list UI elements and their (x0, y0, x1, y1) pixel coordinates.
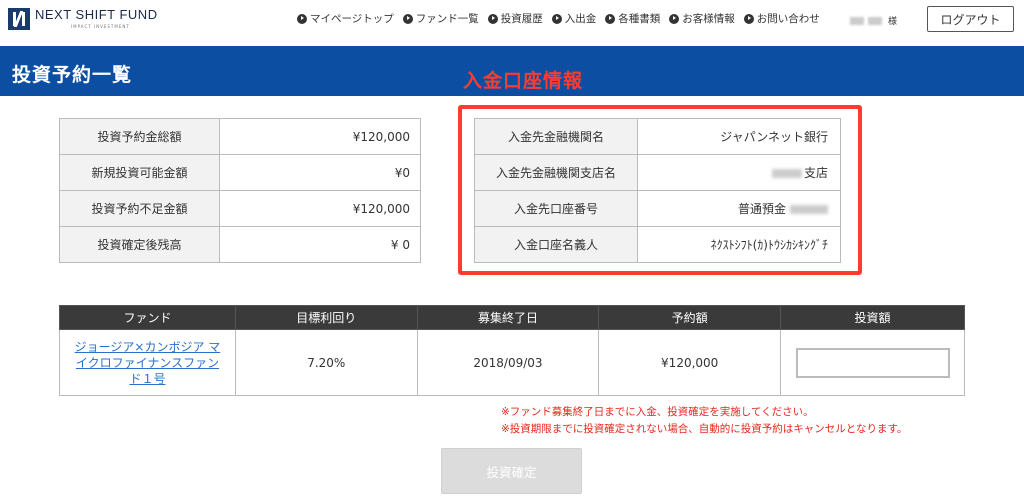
note-text: ※投資期限までに投資確定されない場合、自動的に投資予約はキャンセルとなります。 (501, 423, 908, 435)
arrow-circle-icon (743, 13, 754, 24)
nav-documents[interactable]: 各種書類 (605, 11, 660, 26)
brand-name: NEXT SHIFT FUND (35, 7, 158, 22)
column-header: 目標利回り (234, 305, 418, 330)
arrow-circle-icon (551, 13, 562, 24)
summary-table: 投資予約金総額 ¥120,000 新規投資可能金額 ¥0 投資予約不足金額 ¥120,… (59, 118, 421, 263)
column-header: ファンド (59, 305, 236, 330)
table-header-row: ファンド 目標利回り 募集終了日 予約額 投資額 (59, 305, 965, 330)
bank-value: ﾈｸｽﾄｼﾌﾄ(ｶ)ﾄｳｼｶｼｷﾝｸﾞﾁ (637, 226, 841, 263)
arrow-circle-icon (487, 13, 498, 24)
bank-label: 入金先金融機関支店名 (474, 154, 638, 191)
nav-label: マイページトップ (310, 13, 394, 25)
bank-info-table: 入金先金融機関名 ジャパンネット銀行 入金先金融機関支店名 支店 入金先口座番号 普通… (474, 118, 841, 263)
arrow-circle-icon (605, 13, 616, 24)
nav-customer-info[interactable]: お客様情報 (669, 11, 735, 26)
branch-suffix: 支店 (803, 166, 828, 180)
summary-label: 新規投資可能金額 (59, 154, 220, 191)
user-suffix: 様 (888, 17, 898, 27)
fund-table: ファンド 目標利回り 募集終了日 予約額 投資額 ジョージア×カンボジア マイク… (59, 305, 965, 396)
table-row: 新規投資可能金額 ¥0 (59, 154, 421, 191)
nav-investment-history[interactable]: 投資履歴 (487, 11, 543, 26)
fund-link[interactable]: ジョージア×カンボジア マイクロファイナンスファンド１号 (71, 339, 223, 387)
invest-amount-input[interactable] (795, 347, 950, 378)
table-row: 入金先金融機関名 ジャパンネット銀行 (474, 118, 841, 155)
summary-value: ¥120,000 (219, 190, 421, 227)
redacted-text (850, 16, 864, 25)
amount-cell: ¥120,000 (598, 329, 782, 396)
redacted-text (790, 205, 828, 214)
column-header: 投資額 (780, 305, 965, 330)
bank-label: 入金先金融機関名 (474, 118, 638, 155)
redacted-text (771, 169, 802, 178)
redacted-text (868, 16, 882, 25)
logo-mark-icon (8, 8, 30, 30)
nav-label: ファンド一覧 (415, 13, 479, 25)
summary-value: ¥120,000 (219, 118, 421, 155)
fund-cell: ジョージア×カンボジア マイクロファイナンスファンド１号 (59, 329, 236, 396)
logout-button[interactable]: ログアウト (927, 6, 1014, 32)
nav-label: 入出金 (564, 13, 597, 25)
annotation-label: 入金口座情報 (463, 70, 584, 92)
summary-label: 投資予約金総額 (59, 118, 220, 155)
arrow-circle-icon (402, 13, 413, 24)
user-name: 様 (850, 14, 897, 27)
end-date-cell: 2018/09/03 (416, 329, 600, 396)
nav-label: 投資履歴 (500, 13, 543, 25)
arrow-circle-icon (669, 13, 680, 24)
bank-value: 普通預金 (637, 190, 841, 227)
yield-cell: 7.20% (234, 329, 418, 396)
summary-label: 投資確定後残高 (59, 226, 220, 263)
confirm-investment-button[interactable]: 投資確定 (441, 448, 582, 494)
notes: ※ファンド募集終了日までに入金、投資確定を実施してください。 ※投資期限までに投… (501, 404, 907, 438)
nav-label: 各種書類 (618, 13, 661, 25)
bank-label: 入金先口座番号 (474, 190, 638, 227)
nav-deposit-withdraw[interactable]: 入出金 (551, 11, 597, 26)
bank-value: ジャパンネット銀行 (637, 118, 841, 155)
brand-sub: IMPACT INVESTMENT (71, 24, 130, 29)
arrow-circle-icon (297, 13, 307, 24)
summary-value: ¥ 0 (219, 226, 421, 263)
brand-logo[interactable]: NEXT SHIFT FUND IMPACT INVESTMENT (8, 8, 158, 30)
nav-fund-list[interactable]: ファンド一覧 (402, 11, 479, 26)
table-row: ジョージア×カンボジア マイクロファイナンスファンド１号 7.20% 2018/… (59, 329, 965, 396)
nav-label: お問い合わせ (756, 13, 820, 25)
main-nav: マイページトップ ファンド一覧 投資履歴 入出金 各種書類 お客様情報 お問い合… (297, 11, 829, 26)
table-row: 投資予約不足金額 ¥120,000 (59, 190, 421, 227)
logo-text: NEXT SHIFT FUND IMPACT INVESTMENT (35, 7, 158, 30)
table-row: 入金先口座番号 普通預金 (474, 190, 841, 227)
nav-mypage-top[interactable]: マイページトップ (297, 11, 394, 26)
bank-label: 入金口座名義人 (474, 226, 638, 263)
summary-label: 投資予約不足金額 (59, 190, 220, 227)
invest-cell (780, 329, 965, 396)
column-header: 予約額 (598, 305, 782, 330)
table-row: 投資確定後残高 ¥ 0 (59, 226, 421, 263)
note-text: ※ファンド募集終了日までに入金、投資確定を実施してください。 (501, 406, 814, 418)
page-title: 投資予約一覧 (12, 64, 133, 86)
summary-value: ¥0 (219, 154, 421, 191)
bank-value: 支店 (637, 154, 841, 191)
table-row: 投資予約金総額 ¥120,000 (59, 118, 421, 155)
site-header: NEXT SHIFT FUND IMPACT INVESTMENT マイページト… (0, 0, 1024, 44)
nav-contact[interactable]: お問い合わせ (743, 11, 820, 26)
nav-label: お客様情報 (682, 13, 735, 25)
account-type: 普通預金 (737, 202, 786, 216)
table-row: 入金先金融機関支店名 支店 (474, 154, 841, 191)
table-row: 入金口座名義人 ﾈｸｽﾄｼﾌﾄ(ｶ)ﾄｳｼｶｼｷﾝｸﾞﾁ (474, 226, 841, 263)
column-header: 募集終了日 (416, 305, 600, 330)
